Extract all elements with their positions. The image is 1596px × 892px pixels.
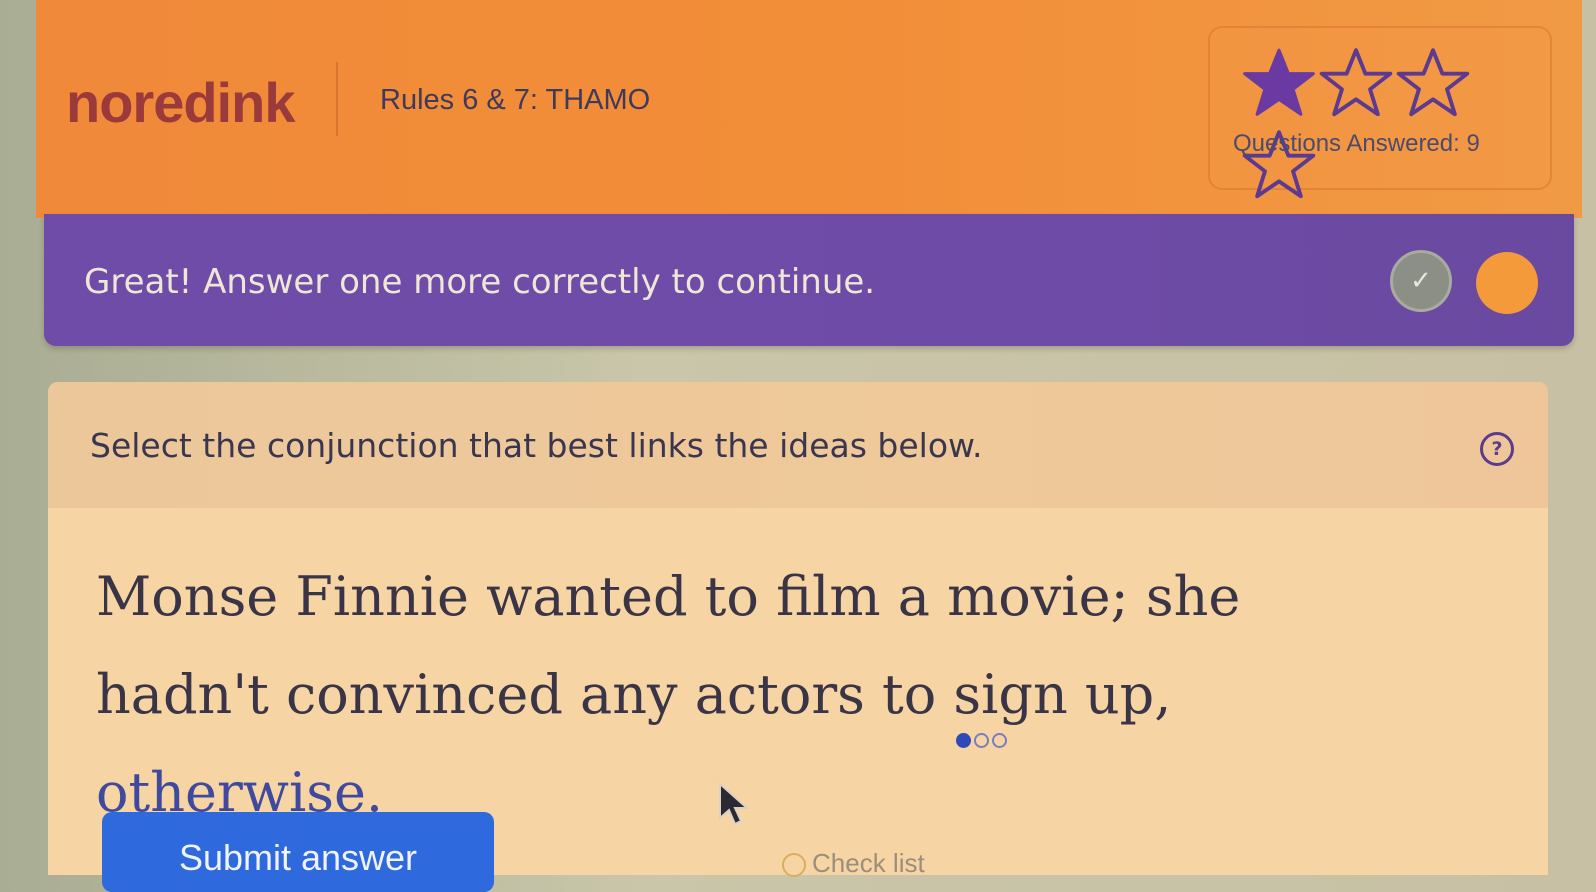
lesson-title: Rules 6 & 7: THAMO [380,84,651,116]
star-filled-icon [1243,48,1315,116]
ring-icon [782,853,806,878]
header-divider [336,62,338,136]
feedback-message: Great! Answer one more correctly to cont… [84,262,876,302]
submit-answer-button[interactable]: Submit answer [102,812,494,892]
sentence-text: Monse Finnie wanted to film a movie; she… [96,565,1241,726]
question-sentence: Monse Finnie wanted to film a movie; she… [96,548,1416,842]
cycle-dot [974,733,989,748]
star-empty-icon [1319,48,1393,117]
help-icon[interactable]: ? [1480,432,1514,466]
noredink-logo[interactable]: noredink [66,70,295,135]
cycle-dot-active [956,733,971,748]
progress-circle-pending [1476,252,1538,314]
questions-answered: Questions Answered: 9 [1233,130,1480,157]
cut-off-link[interactable]: Check list [782,848,925,879]
cycle-dot [992,733,1007,748]
star-rating [1240,44,1520,199]
cursor-arrow-icon [719,782,750,826]
star-empty-icon [1396,48,1470,117]
choice-cycle-indicator[interactable] [956,733,1026,753]
question-instruction: Select the conjunction that best links t… [90,426,983,465]
check-icon: ✓ [1390,250,1452,312]
